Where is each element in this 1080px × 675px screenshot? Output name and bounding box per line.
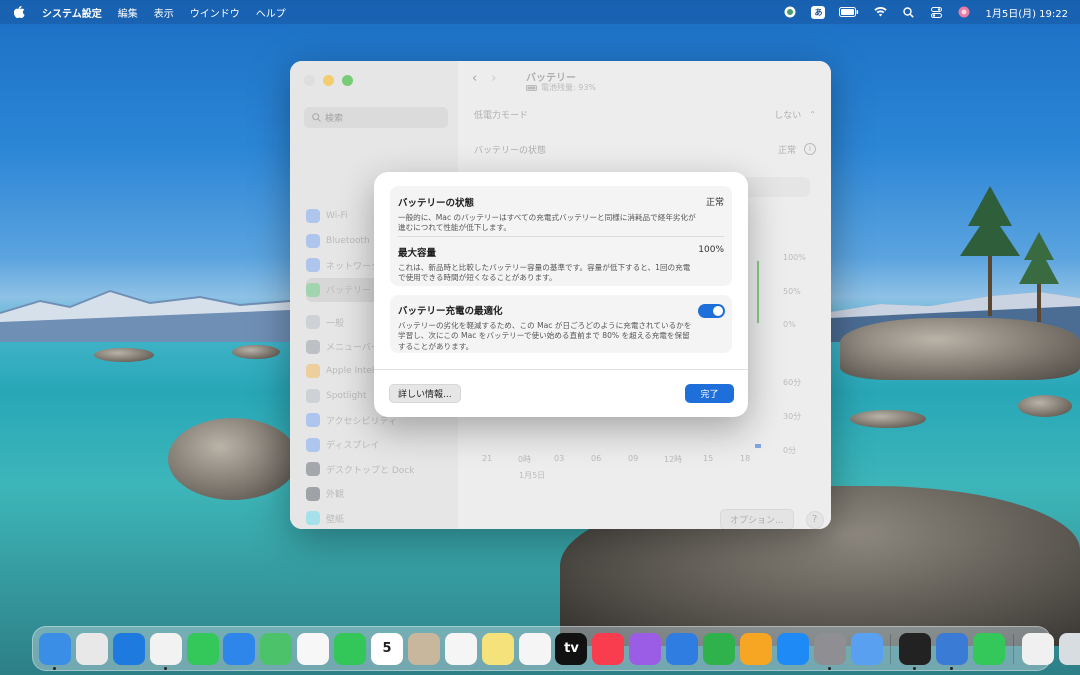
launchpad-icon[interactable] (75, 632, 108, 665)
notes-icon[interactable] (481, 632, 514, 665)
menu-help[interactable]: ヘルプ (256, 5, 286, 20)
reminders-icon[interactable] (444, 632, 477, 665)
music-icon[interactable] (592, 632, 625, 665)
toggle-knob (713, 306, 723, 316)
done-button[interactable]: 完了 (685, 384, 734, 403)
card-separator (398, 236, 724, 237)
menu-bar: システム設定 編集 表示 ウインドウ ヘルプ あ 1月5日(月) 19:22 (0, 0, 1080, 24)
menu-window[interactable]: ウインドウ (190, 5, 240, 20)
terminal-icon[interactable] (899, 632, 932, 670)
mail-icon[interactable] (223, 632, 256, 665)
more-info-button[interactable]: 詳しい情報... (389, 384, 461, 403)
trash-icon[interactable] (1058, 632, 1080, 665)
optimized-charging-toggle[interactable] (698, 304, 725, 318)
menu-view[interactable]: 表示 (154, 5, 174, 20)
wallpaper-rock (1018, 395, 1072, 417)
running-indicator (53, 666, 56, 670)
calendar-icon[interactable]: 5 (371, 632, 404, 665)
document-icon[interactable] (1021, 632, 1054, 665)
battery-health-sheet: バッテリーの状態 一般的に、Mac のバッテリーはすべての充電式バッテリーと同様… (374, 172, 748, 417)
disk-utility-icon[interactable] (936, 632, 969, 670)
status-app-icon[interactable] (783, 6, 797, 18)
menu-app-name[interactable]: システム設定 (42, 5, 102, 20)
control-center-icon[interactable] (929, 6, 943, 18)
battery-health-title: バッテリーの状態 (398, 198, 475, 209)
iphone-mirroring-icon[interactable] (850, 632, 883, 665)
max-capacity-description: これは、新品時と比較したバッテリー容量の基準です。容量が低下すると、1回の充電で… (398, 263, 691, 283)
wallpaper-rock (850, 410, 926, 428)
running-indicator (913, 666, 917, 670)
maps-icon[interactable] (260, 632, 293, 665)
facetime-icon[interactable] (334, 632, 367, 665)
tv-glyph: tv (564, 641, 579, 656)
contacts-icon[interactable] (407, 632, 440, 665)
tv-icon[interactable]: tv (555, 632, 588, 665)
siri-icon[interactable] (957, 6, 971, 18)
app-store-icon[interactable] (776, 632, 809, 665)
wallpaper-rock (840, 318, 1080, 380)
max-capacity-value: 100% (698, 245, 724, 255)
input-method-badge[interactable]: あ (811, 5, 826, 19)
system-settings-icon[interactable] (813, 632, 846, 670)
battery-icon[interactable] (839, 6, 859, 18)
calendar-glyph: 5 (382, 641, 392, 656)
chrome-icon[interactable] (149, 632, 182, 670)
dock-divider (1013, 633, 1015, 664)
optimized-charging-title: バッテリー充電の最適化 (398, 306, 503, 317)
menu-edit[interactable]: 編集 (118, 5, 138, 20)
battery-health-card: バッテリーの状態 一般的に、Mac のバッテリーはすべての充電式バッテリーと同様… (390, 186, 732, 286)
safari-icon[interactable] (112, 632, 145, 665)
apple-menu-icon[interactable] (12, 6, 26, 18)
photos-icon[interactable] (297, 632, 330, 665)
wallpaper-rock (168, 418, 298, 500)
wifi-icon[interactable] (873, 6, 887, 18)
wallpaper-rock (94, 348, 154, 362)
running-indicator (163, 666, 167, 670)
max-capacity-title: 最大容量 (398, 248, 437, 259)
optimized-charging-card: バッテリー充電の最適化 バッテリーの劣化を軽減するため、この Mac が日ごろど… (390, 295, 732, 353)
menu-clock[interactable]: 1月5日(月) 19:22 (985, 5, 1068, 20)
podcasts-icon[interactable] (629, 632, 662, 665)
battery-health-value: 正常 (705, 198, 724, 208)
dock: 5 tv (32, 626, 1080, 671)
running-indicator (827, 666, 831, 670)
dock-divider (890, 633, 892, 664)
finder-icon[interactable] (39, 632, 71, 670)
pages-icon[interactable] (739, 632, 772, 665)
messages-icon[interactable] (186, 632, 219, 665)
wallpaper-tree (1019, 232, 1059, 322)
optimized-charging-description: バッテリーの劣化を軽減するため、この Mac が日ごろどのように充電されているか… (398, 321, 692, 351)
spotlight-search-icon[interactable] (901, 6, 915, 18)
numbers-icon[interactable] (703, 632, 736, 665)
wallpaper-rock (232, 345, 280, 359)
running-indicator (950, 666, 954, 670)
freeform-icon[interactable] (518, 632, 551, 665)
sheet-separator (374, 369, 748, 370)
keynote-icon[interactable] (666, 632, 699, 665)
phone-icon[interactable] (973, 632, 1006, 665)
battery-health-description: 一般的に、Mac のバッテリーはすべての充電式バッテリーと同様に消耗品で経年劣化… (398, 213, 696, 233)
